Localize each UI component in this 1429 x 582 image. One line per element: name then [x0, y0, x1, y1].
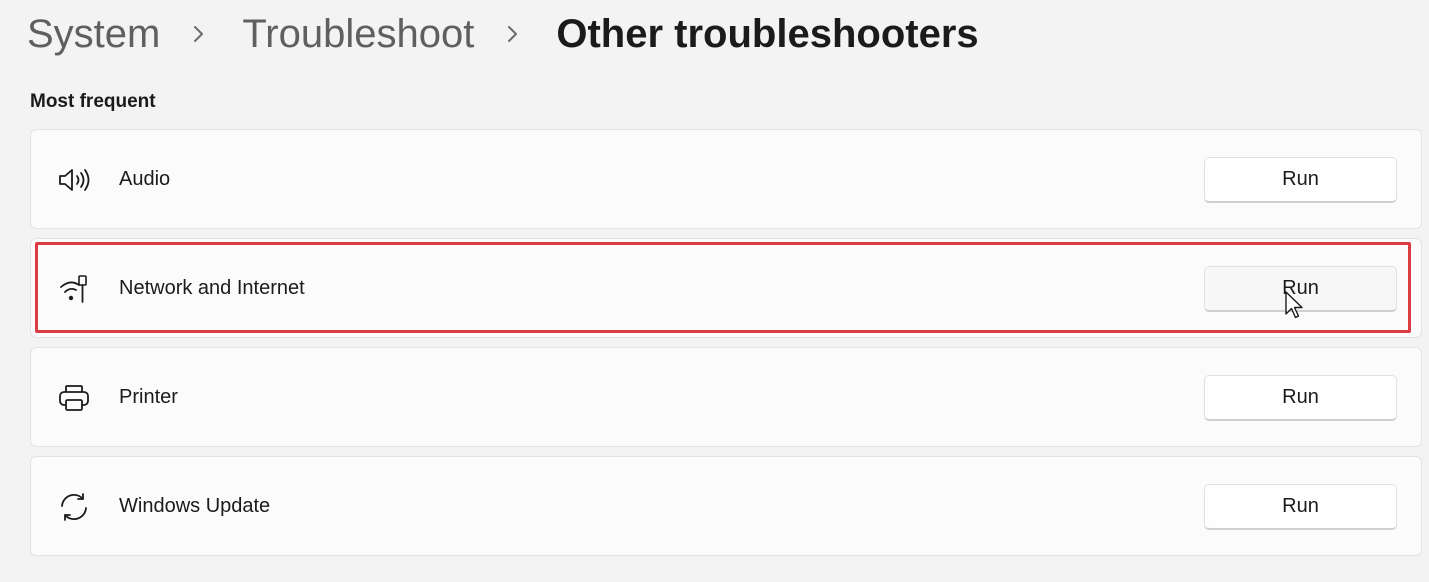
- breadcrumb: System Troubleshoot Other troubleshooter…: [27, 8, 979, 60]
- speaker-icon: [57, 164, 91, 196]
- troubleshooter-label: Printer: [119, 385, 178, 408]
- section-title: Most frequent: [30, 91, 156, 112]
- mouse-pointer-icon: [1285, 291, 1303, 319]
- chevron-right-icon: [184, 19, 214, 49]
- troubleshooter-printer: Printer Run: [30, 347, 1422, 447]
- run-printer-button[interactable]: Run: [1204, 375, 1397, 421]
- chevron-right-icon: [498, 19, 528, 49]
- troubleshooter-audio: Audio Run: [30, 129, 1422, 229]
- breadcrumb-system[interactable]: System: [27, 12, 160, 57]
- troubleshooter-windows-update: Windows Update Run: [30, 456, 1422, 556]
- highlight-annotation: [35, 242, 1411, 333]
- printer-icon: [57, 382, 91, 414]
- run-windows-update-button[interactable]: Run: [1204, 484, 1397, 530]
- sync-arrows-icon: [57, 491, 91, 523]
- troubleshooter-label: Audio: [119, 167, 171, 190]
- run-audio-button[interactable]: Run: [1204, 157, 1397, 203]
- troubleshooter-label: Windows Update: [119, 494, 271, 517]
- breadcrumb-troubleshoot[interactable]: Troubleshoot: [242, 12, 474, 57]
- page-title: Other troubleshooters: [556, 11, 979, 56]
